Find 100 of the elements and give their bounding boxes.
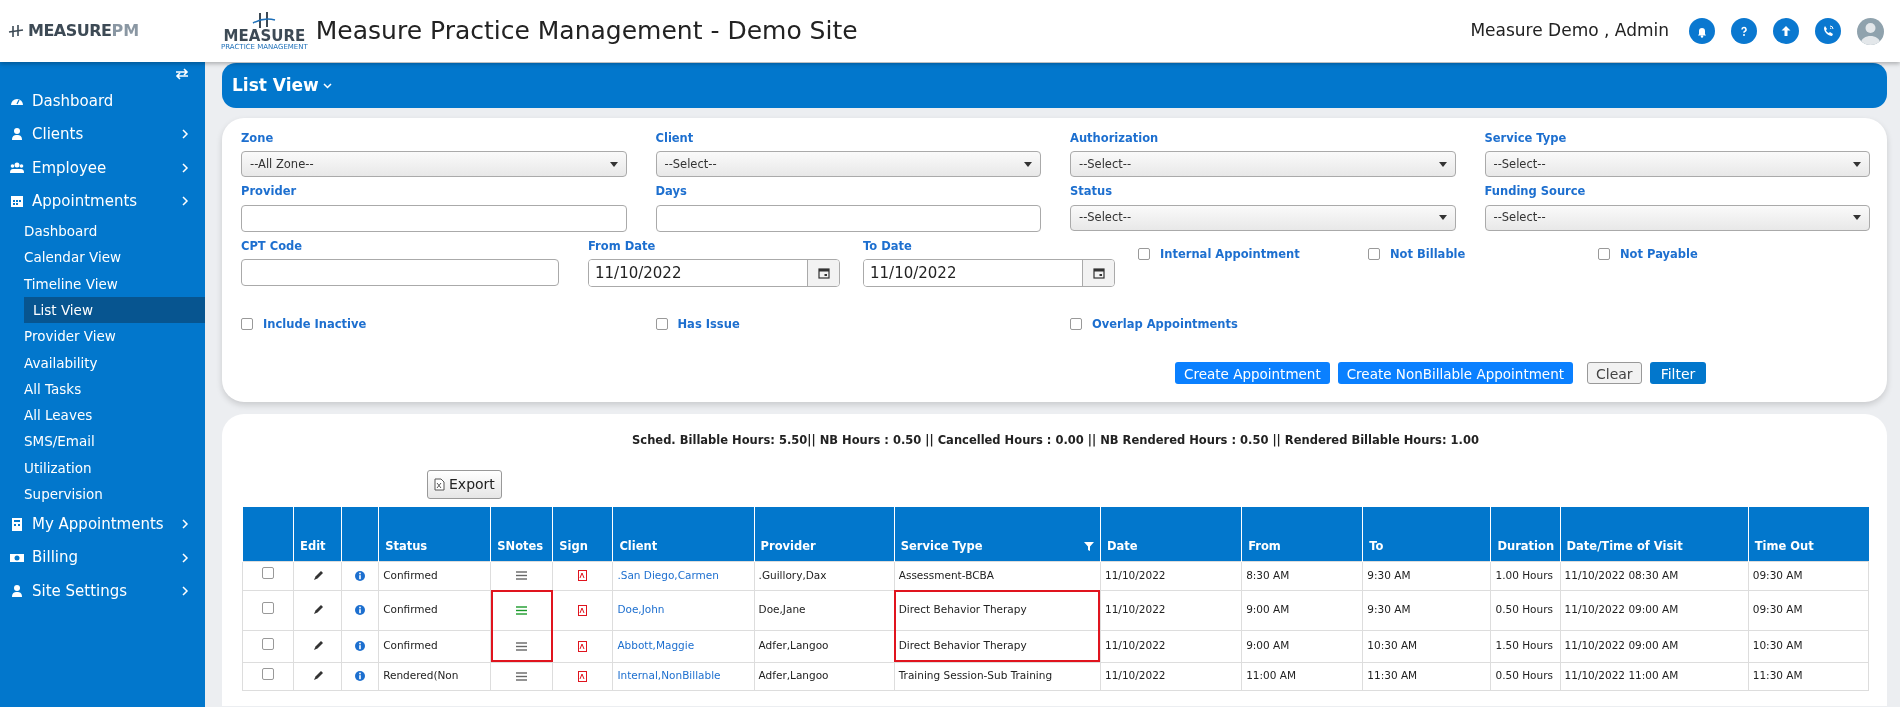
export-button[interactable]: Export [427,470,502,500]
info-icon[interactable] [355,641,366,652]
logo-mark-icon [251,11,278,29]
select-field[interactable]: --Select-- [1484,204,1870,231]
info-icon[interactable] [355,605,366,616]
create-button[interactable]: Create Appointment [1175,362,1330,384]
sidebar-subitem[interactable]: Dashboard [24,218,205,245]
sidebar-subitem[interactable]: Calendar View [24,244,205,271]
sidebar-item[interactable]: Dashboard [0,84,205,118]
document-icon[interactable] [578,570,588,582]
chevron-icon [181,162,189,173]
sidebar-item[interactable]: My Appointments [0,507,205,541]
row-checkbox[interactable] [262,601,275,614]
column-header: Date/Time of Visit [1566,538,1683,553]
chevron-icon [181,519,189,529]
sidebar-subitem[interactable]: Utilization [24,454,205,481]
sidebar-subitem[interactable]: Supervision [24,480,205,508]
sidebar-item[interactable]: Billing [0,540,205,575]
logo-mark-icon [8,24,24,38]
sidebar-subitem[interactable]: All Leaves [24,402,205,429]
calendar-button[interactable] [807,259,839,286]
table-cell: .Guillory,Dax [758,568,827,581]
select-field[interactable]: --All Zone-- [241,151,627,178]
table-cell: 11/10/2022 [1105,568,1166,581]
sidebar-item[interactable]: Site Settings [0,574,205,608]
field-label: Funding Source [1484,183,1587,201]
date-field[interactable]: 11/10/2022 [863,258,1115,287]
calendar-icon [10,194,24,209]
sidebar-subitem[interactable]: SMS/Email [24,428,205,455]
avatar[interactable] [1857,17,1884,45]
table-cell: Rendered(Non [383,669,459,682]
sidebar-subitem[interactable]: Timeline View [24,270,205,297]
brand-suffix: PM [111,20,140,42]
table-cell: 9:00 AM [1246,603,1290,616]
notes-lines-icon[interactable] [516,605,528,615]
document-icon[interactable] [578,640,588,652]
page-title[interactable]: List View [232,72,332,99]
chevron-icon [181,196,189,207]
notes-lines-icon[interactable] [516,671,528,681]
document-icon[interactable] [578,670,588,682]
field-label: CPT Code [241,237,304,255]
select-field[interactable]: --Select-- [1484,151,1870,178]
column-header: Provider [760,538,816,553]
calendar-button[interactable] [1082,259,1114,286]
create-button[interactable]: Create NonBillable Appointment [1337,362,1573,384]
row-checkbox[interactable] [262,567,275,580]
input-field[interactable] [241,258,559,286]
notes-lines-icon[interactable] [516,641,528,651]
select-field[interactable]: --Select-- [655,151,1041,178]
sidebar-subitem[interactable]: List View [24,296,205,324]
dropdown-caret-icon [1024,161,1032,167]
info-icon[interactable] [355,671,366,682]
spreadsheet-icon [434,478,445,492]
sidebar-subitem[interactable]: All Tasks [24,375,205,403]
checkbox[interactable] [1598,248,1610,261]
select-field[interactable]: --Select-- [1070,151,1456,178]
filter-icon[interactable] [1084,541,1094,551]
sidebar-subitem[interactable]: Availability [24,349,205,376]
date-field[interactable]: 11/10/2022 [588,258,840,287]
notification-bell-icon[interactable] [1689,18,1715,44]
table-cell: 11:30 AM [1367,669,1418,682]
table-cell: 10:30 AM [1752,639,1803,652]
sidebar-subitem[interactable]: Provider View [24,323,205,350]
swap-arrows-icon[interactable] [175,68,189,80]
filter-button[interactable]: Filter [1649,362,1707,384]
table-cell: 9:30 AM [1367,603,1411,616]
checkbox[interactable] [1368,248,1380,261]
sidebar-item[interactable]: Appointments [0,184,205,218]
pencil-icon[interactable] [312,605,323,616]
row-checkbox[interactable] [262,637,275,650]
select-field[interactable]: --Select-- [1070,204,1456,231]
sidebar-item[interactable]: Employee [0,151,205,185]
notes-lines-icon[interactable] [516,571,528,581]
clear-button[interactable]: Clear [1587,362,1642,384]
pencil-icon[interactable] [312,570,323,581]
table-cell: Direct Behavior Therapy [898,639,1027,652]
table-cell: 1.00 Hours [1495,568,1553,581]
table-cell: 10:30 AM [1367,639,1418,652]
checkbox[interactable] [1138,248,1150,261]
checkbox[interactable] [655,318,668,331]
user-name: Measure Demo , Admin [1470,19,1669,43]
people-icon [10,160,24,175]
checkbox[interactable] [1070,318,1082,331]
sidebar-item[interactable]: Clients [0,117,205,151]
column-header: SNotes [497,538,544,553]
table-cell: 11/10/2022 09:00 AM [1564,639,1679,652]
checkbox[interactable] [241,318,253,331]
client-link[interactable]: Doe,John [617,603,665,616]
input-field[interactable] [655,204,1041,232]
pencil-icon[interactable] [312,641,323,652]
column-header: Status [385,538,428,553]
phone-icon[interactable] [1815,18,1841,44]
field-label: From Date [588,237,657,255]
pencil-icon[interactable] [312,671,323,682]
column-header: Edit [300,538,326,553]
document-icon[interactable] [578,604,588,616]
input-field[interactable] [241,204,627,232]
help-icon[interactable] [1731,18,1757,44]
info-icon[interactable] [355,570,366,581]
row-checkbox[interactable] [262,667,275,680]
